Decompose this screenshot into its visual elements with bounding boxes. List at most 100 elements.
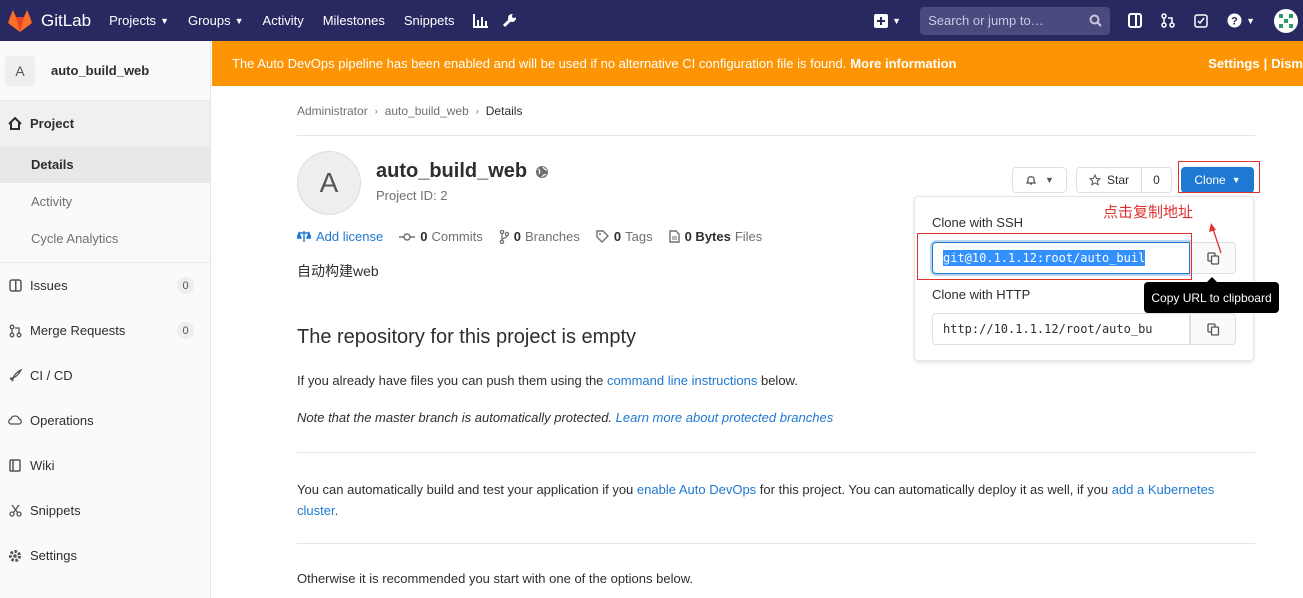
- sidebar-item-snippets[interactable]: Snippets: [0, 488, 210, 533]
- gear-icon: [7, 549, 23, 563]
- notification-dropdown[interactable]: ▼: [1012, 167, 1067, 193]
- commits-stat[interactable]: 0 Commits: [399, 229, 483, 244]
- issues-icon: [7, 279, 23, 292]
- http-url-field[interactable]: http://10.1.1.12/root/auto_bu: [932, 313, 1190, 345]
- globe-icon: [536, 165, 549, 178]
- rocket-icon: [7, 369, 23, 382]
- sidebar-subitem-details[interactable]: Details: [0, 146, 210, 183]
- nav-activity[interactable]: Activity: [263, 13, 304, 28]
- p1-text: If you already have files you can push t…: [297, 373, 604, 388]
- chevron-right-icon: ›: [475, 105, 479, 116]
- sidebar-item-label: Wiki: [30, 458, 55, 473]
- divider: [297, 543, 1255, 544]
- breadcrumb-administrator[interactable]: Administrator: [297, 104, 368, 118]
- nav-groups[interactable]: Groups ▼: [188, 13, 244, 28]
- highlight-box: [1178, 161, 1260, 193]
- enable-auto-devops-link[interactable]: enable Auto DevOps: [637, 482, 756, 497]
- push-instructions-text: If you already have files you can push t…: [297, 373, 798, 388]
- add-license-link[interactable]: Add license: [297, 229, 383, 244]
- plus-square-icon: [874, 13, 889, 28]
- issues-icon[interactable]: [1128, 13, 1143, 28]
- tags-label: Tags: [625, 229, 653, 244]
- project-description: 自动构建web: [297, 263, 379, 279]
- banner-text: The Auto DevOps pipeline has been enable…: [232, 56, 847, 71]
- svg-text:?: ?: [1231, 16, 1238, 28]
- p3-tail: .: [334, 503, 339, 518]
- copy-http-button[interactable]: [1190, 313, 1236, 345]
- protected-branches-link[interactable]: Learn more about protected branches: [616, 410, 834, 425]
- sidebar-item-settings[interactable]: Settings: [0, 533, 210, 578]
- star-label: Star: [1106, 173, 1129, 187]
- sidebar-subitem-cycle-analytics[interactable]: Cycle Analytics: [0, 220, 210, 257]
- user-avatar[interactable]: [1274, 8, 1298, 33]
- sidebar-item-label: CI / CD: [30, 368, 73, 383]
- p2-text: Note that the master branch is automatic…: [297, 410, 613, 425]
- chevron-down-icon: ▼: [234, 15, 244, 26]
- branches-count: 0: [513, 229, 521, 244]
- breadcrumb-details[interactable]: Details: [486, 104, 523, 118]
- todo-icon[interactable]: [1194, 13, 1208, 28]
- banner-more-info-link[interactable]: More information: [850, 56, 956, 71]
- banner-settings-link[interactable]: Settings: [1208, 56, 1259, 71]
- chevron-down-icon: ▼: [160, 15, 169, 26]
- nav-milestones[interactable]: Milestones: [323, 13, 385, 28]
- auto-devops-text: You can automatically build and test you…: [297, 479, 1227, 521]
- files-label: Files: [734, 229, 763, 244]
- sidebar-item-merge-requests[interactable]: Merge Requests 0: [0, 308, 210, 353]
- search-icon: [1089, 14, 1102, 27]
- banner-separator: |: [1263, 56, 1268, 71]
- chevron-right-icon: ›: [374, 105, 378, 116]
- copy-tooltip: Copy URL to clipboard: [1144, 277, 1279, 313]
- command-line-instructions-link[interactable]: command line instructions: [607, 373, 757, 388]
- sidebar-item-ci-cd[interactable]: CI / CD: [0, 353, 210, 398]
- new-item-dropdown[interactable]: ▼: [874, 13, 901, 28]
- options-text: Otherwise it is recommended you start wi…: [297, 571, 693, 586]
- p3-text: You can automatically build and test you…: [297, 482, 634, 497]
- tags-stat[interactable]: 0 Tags: [596, 229, 653, 244]
- protected-branch-note: Note that the master branch is automatic…: [297, 410, 833, 425]
- project-title: auto_build_web: [376, 160, 528, 182]
- top-navbar: GitLab Projects ▼ Groups ▼ Activity Milest…: [0, 0, 1303, 41]
- branches-stat[interactable]: 0 Branches: [499, 229, 580, 244]
- star-button[interactable]: Star: [1076, 167, 1142, 193]
- nav-projects[interactable]: Projects ▼: [109, 13, 169, 28]
- nav-snippets[interactable]: Snippets: [404, 13, 455, 28]
- issues-count-badge: 0: [177, 277, 194, 294]
- chart-icon[interactable]: [473, 13, 489, 28]
- divider: [297, 452, 1255, 453]
- highlight-box: [917, 233, 1192, 280]
- merge-request-icon[interactable]: [1161, 13, 1175, 28]
- book-icon: [7, 459, 23, 472]
- wrench-icon[interactable]: [502, 13, 517, 28]
- sidebar-subitem-activity[interactable]: Activity: [0, 183, 210, 220]
- sidebar-item-project[interactable]: Project: [0, 101, 210, 146]
- tags-count: 0: [613, 229, 622, 244]
- merge-requests-count-badge: 0: [177, 322, 194, 339]
- sidebar-item-issues[interactable]: Issues 0: [0, 263, 210, 308]
- sidebar-item-label: Merge Requests: [30, 323, 126, 338]
- nav-groups-label: Groups: [187, 13, 231, 28]
- files-stat[interactable]: 0 Bytes Files: [668, 229, 763, 244]
- project-id: Project ID: 2: [376, 188, 448, 203]
- branch-icon: [499, 229, 509, 244]
- sidebar-item-wiki[interactable]: Wiki: [0, 443, 210, 488]
- sidebar-item-label: Issues: [30, 278, 68, 293]
- star-count[interactable]: 0: [1141, 167, 1172, 193]
- sidebar-item-label: Project: [30, 116, 75, 131]
- breadcrumb-project[interactable]: auto_build_web: [385, 104, 469, 118]
- gitlab-home-link[interactable]: GitLab: [7, 9, 91, 33]
- banner-dismiss-link[interactable]: Dism: [1271, 56, 1303, 71]
- home-icon: [7, 117, 23, 130]
- scissors-icon: [7, 504, 23, 517]
- files-size: 0 Bytes: [684, 229, 731, 244]
- sidebar-project-header[interactable]: A auto_build_web: [0, 41, 210, 101]
- help-icon[interactable]: ? ▼: [1227, 13, 1255, 28]
- p3-middle: for this project. You can automatically …: [759, 482, 1109, 497]
- search-input[interactable]: Search or jump to…: [920, 6, 1111, 35]
- copy-icon: [1206, 322, 1219, 336]
- commits-count: 0: [420, 229, 428, 244]
- breadcrumb: Administrator › auto_build_web › Details: [297, 86, 1255, 136]
- sidebar-item-operations[interactable]: Operations: [0, 398, 210, 443]
- project-header: A auto_build_web Project ID: 2: [297, 151, 549, 215]
- project-avatar: A: [297, 151, 361, 215]
